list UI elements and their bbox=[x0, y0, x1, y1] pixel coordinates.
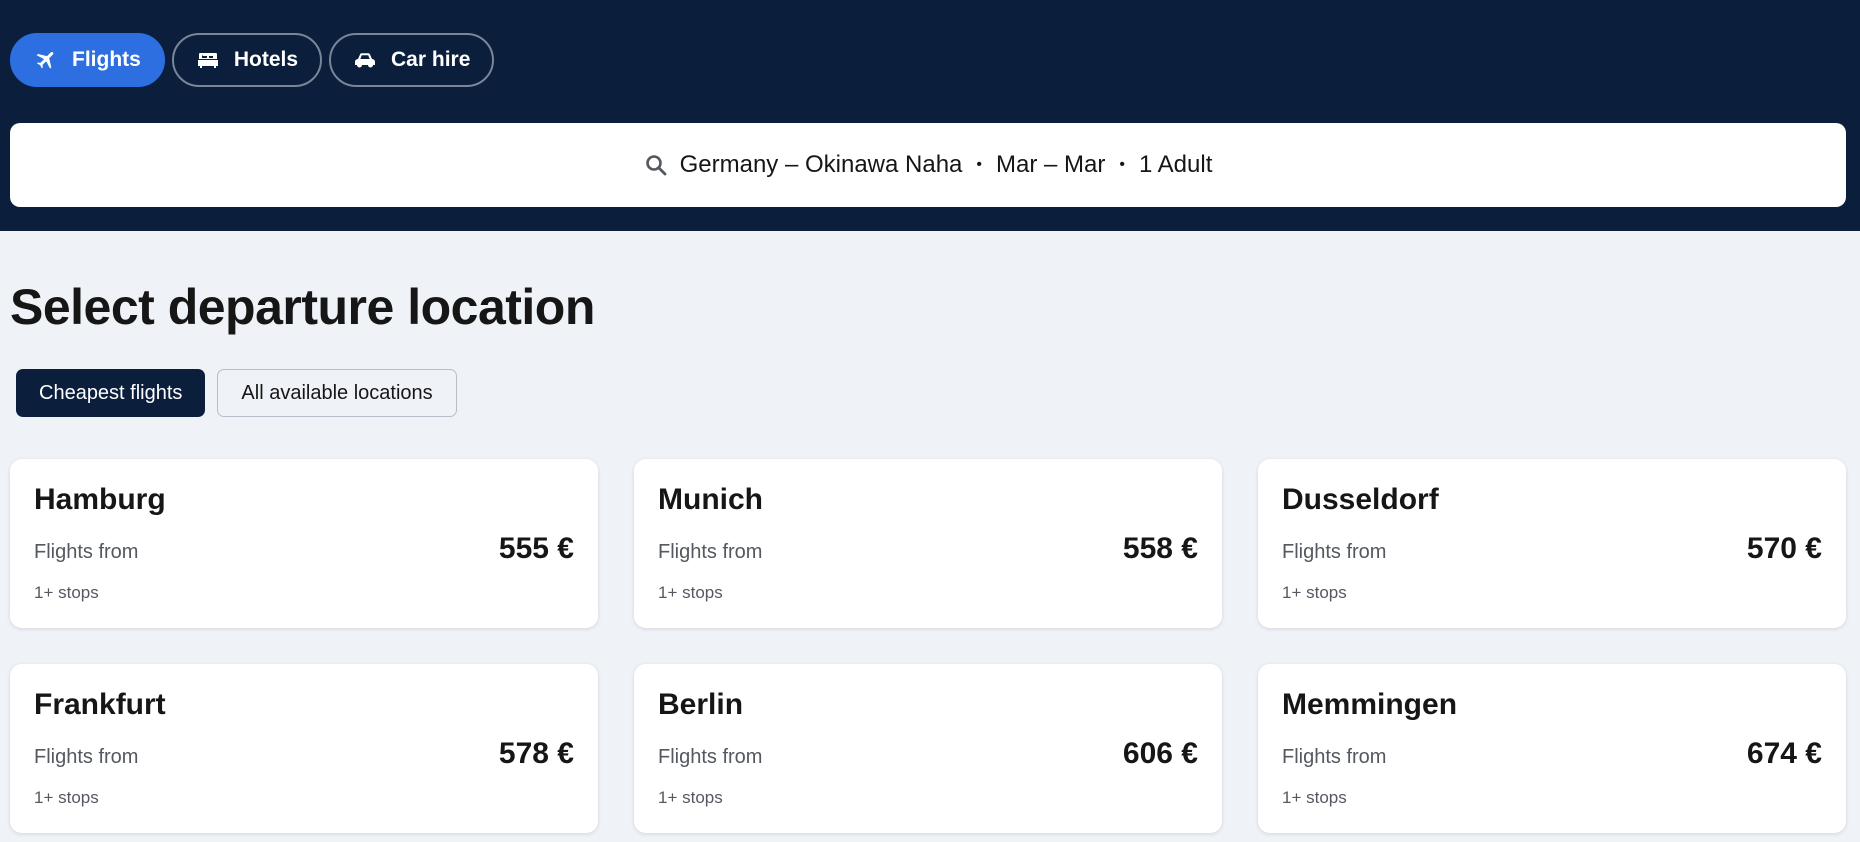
card-from-label: Flights from bbox=[34, 746, 139, 768]
result-card-frankfurt[interactable]: Frankfurt Flights from 578 € 1+ stops bbox=[10, 664, 598, 833]
card-price: 606 € bbox=[1122, 737, 1198, 770]
separator-dot: • bbox=[1119, 156, 1125, 173]
card-stops: 1+ stops bbox=[1282, 583, 1347, 602]
card-stops: 1+ stops bbox=[1282, 788, 1347, 807]
result-card-berlin[interactable]: Berlin Flights from 606 € 1+ stops bbox=[634, 664, 1222, 833]
card-from-label: Flights from bbox=[1282, 746, 1387, 768]
page-title: Select departure location bbox=[10, 279, 595, 335]
card-city: Memmingen bbox=[1282, 688, 1458, 721]
result-card-munich[interactable]: Munich Flights from 558 € 1+ stops bbox=[634, 459, 1222, 628]
top-header: Flights Hotels Car hire Germany – Okinaw… bbox=[0, 0, 1860, 231]
card-city: Hamburg bbox=[34, 483, 166, 516]
card-price: 555 € bbox=[498, 532, 574, 565]
card-price: 570 € bbox=[1746, 532, 1822, 565]
card-price: 558 € bbox=[1122, 532, 1198, 565]
card-city: Munich bbox=[658, 483, 763, 516]
results-grid: Hamburg Flights from 555 € 1+ stops Muni… bbox=[10, 459, 1846, 833]
result-card-dusseldorf[interactable]: Dusseldorf Flights from 570 € 1+ stops bbox=[1258, 459, 1846, 628]
car-icon bbox=[353, 48, 377, 72]
tab-car-hire[interactable]: Car hire bbox=[329, 33, 495, 87]
result-card-hamburg[interactable]: Hamburg Flights from 555 € 1+ stops bbox=[10, 459, 598, 628]
product-nav: Flights Hotels Car hire bbox=[10, 33, 495, 87]
tab-car-hire-label: Car hire bbox=[391, 48, 471, 71]
tab-hotels[interactable]: Hotels bbox=[171, 33, 323, 87]
card-city: Berlin bbox=[658, 688, 744, 721]
search-travellers: 1 Adult bbox=[1138, 151, 1213, 178]
bed-icon bbox=[196, 48, 220, 72]
search-dates: Mar – Mar bbox=[996, 151, 1106, 178]
card-stops: 1+ stops bbox=[34, 788, 99, 807]
result-card-memmingen[interactable]: Memmingen Flights from 674 € 1+ stops bbox=[1258, 664, 1846, 833]
card-from-label: Flights from bbox=[658, 541, 763, 563]
tab-flights[interactable]: Flights bbox=[10, 33, 165, 87]
filter-group: Cheapest flights All available locations bbox=[16, 369, 457, 417]
card-from-label: Flights from bbox=[658, 746, 763, 768]
filter-all-available-locations[interactable]: All available locations bbox=[217, 369, 457, 417]
card-price: 674 € bbox=[1746, 737, 1822, 770]
card-city: Frankfurt bbox=[34, 688, 166, 721]
filter-cheapest-flights[interactable]: Cheapest flights bbox=[16, 369, 206, 417]
card-from-label: Flights from bbox=[34, 541, 139, 563]
card-city: Dusseldorf bbox=[1282, 483, 1439, 516]
card-stops: 1+ stops bbox=[658, 788, 723, 807]
tab-flights-label: Flights bbox=[72, 48, 141, 71]
tab-hotels-label: Hotels bbox=[233, 48, 299, 71]
separator-dot: • bbox=[976, 156, 983, 173]
card-stops: 1+ stops bbox=[34, 583, 99, 602]
search-icon bbox=[644, 153, 668, 177]
search-route: Germany – Okinawa Naha bbox=[679, 151, 963, 178]
card-price: 578 € bbox=[498, 737, 574, 770]
card-stops: 1+ stops bbox=[658, 583, 723, 602]
card-from-label: Flights from bbox=[1282, 541, 1387, 563]
plane-icon bbox=[34, 48, 58, 72]
search-summary-bar[interactable]: Germany – Okinawa Naha • Mar – Mar • 1 A… bbox=[10, 123, 1846, 207]
